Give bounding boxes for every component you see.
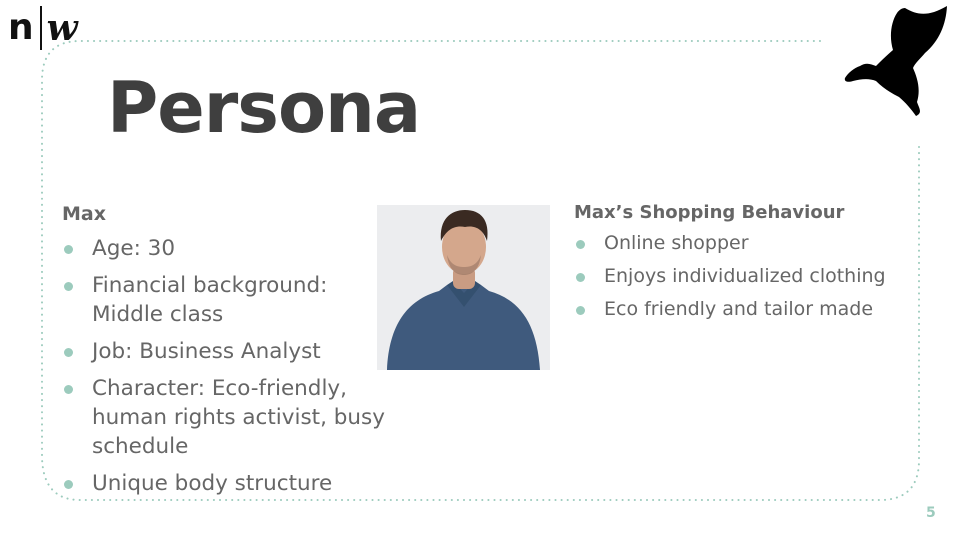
shopping-heading: Max’s Shopping Behaviour — [574, 202, 845, 223]
shopping-item-online: Online shopper — [574, 230, 914, 257]
persona-item-body: Unique body structure — [62, 469, 392, 498]
persona-item-job: Job: Business Analyst — [62, 337, 392, 366]
persona-name: Max — [62, 203, 106, 225]
shopping-list: Online shopper Enjoys individualized clo… — [574, 230, 914, 323]
shopping-column: Max’s Shopping Behaviour Online shopper … — [574, 199, 914, 329]
persona-column: Max Age: 30 Financial background: Middle… — [62, 200, 392, 506]
persona-list: Age: 30 Financial background: Middle cla… — [62, 234, 392, 498]
page-number: 5 — [926, 505, 936, 521]
persona-photo — [377, 205, 550, 370]
shopping-item-individualized: Enjoys individualized clothing — [574, 263, 914, 290]
persona-item-character: Character: Eco-friendly, human rights ac… — [62, 374, 392, 461]
shopping-item-eco: Eco friendly and tailor made — [574, 296, 914, 323]
persona-item-financial: Financial background: Middle class — [62, 271, 392, 329]
bird-icon — [844, 6, 947, 116]
slide-title: Persona — [107, 67, 421, 149]
persona-item-age: Age: 30 — [62, 234, 392, 263]
